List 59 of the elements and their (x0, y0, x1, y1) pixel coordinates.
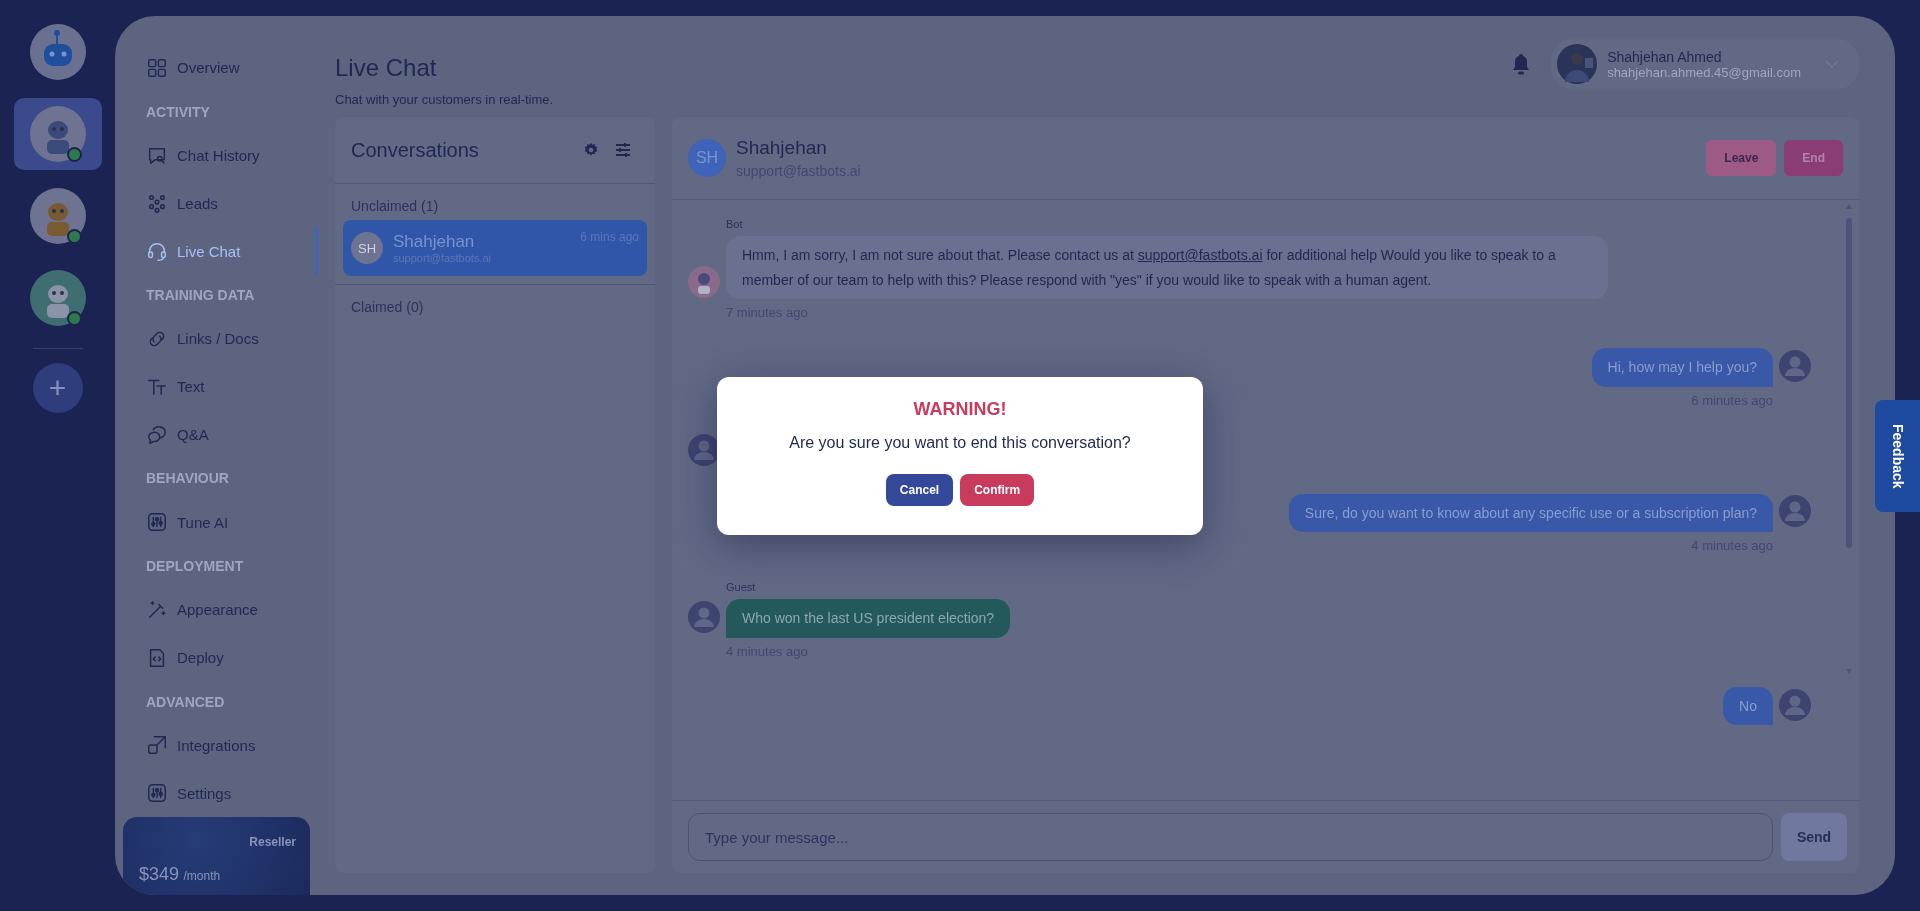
end-button[interactable]: End (1784, 140, 1843, 176)
send-button[interactable]: Send (1781, 813, 1847, 861)
nav-item[interactable]: Overview (115, 44, 318, 92)
sliders-icon (146, 511, 168, 534)
nav-item[interactable]: Tune AI (115, 498, 318, 547)
nav-item[interactable]: Leads (115, 179, 318, 228)
plan-card[interactable]: Reseller $349 /month (123, 817, 310, 895)
nav-section-heading: BEHAVIOUR (145, 469, 230, 489)
guest-message: Who won the last US president election? (726, 599, 1011, 638)
nav-item[interactable]: Live Chat (115, 227, 318, 276)
contact-avatar: SH (688, 139, 726, 177)
confirm-button[interactable]: Confirm (960, 474, 1035, 506)
people-icon (146, 192, 168, 215)
robot-logo-icon (29, 24, 86, 80)
leave-button[interactable]: Leave (1706, 140, 1777, 176)
email-link[interactable]: support@fastbots.ai (1137, 247, 1263, 263)
nav-section-heading: DEPLOYMENT (145, 557, 245, 577)
user-menu[interactable]: Shahjehan Ahmed shahjehan.ahmed.45@gmail.com (1551, 38, 1859, 90)
nav-item[interactable]: Text (115, 362, 318, 411)
sliders-icon (146, 782, 168, 805)
nav-section-heading: ACTIVITY (145, 102, 211, 122)
dialog-message: Are you sure you want to end this conversation? (789, 434, 1131, 452)
arrow-box-icon (146, 734, 168, 757)
nav-item[interactable]: Integrations (115, 721, 318, 770)
nav-item[interactable]: Deploy (115, 633, 318, 682)
agent-message: Hi, how may I help you? (1591, 348, 1773, 387)
nav-section-heading: ADVANCED (145, 692, 226, 712)
dialog-title: WARNING! (913, 399, 1007, 420)
user-name: Shahjehan Ahmed (1607, 48, 1723, 65)
agent-message: Sure, do you want to know about any specific use or a subscription plan? (1288, 493, 1773, 532)
agent-message: No (1723, 686, 1773, 725)
contact-name: Shahjehan (736, 137, 828, 159)
chat-bubbles-icon (146, 423, 168, 446)
feedback-tab[interactable]: Feedback (1875, 400, 1920, 512)
bot-message: Hmm, I am sorry, I am not sure about that. Please contact us at support@fastbots.ai for additional help Would you like to speak to a member of our team to help with this? Please respond with "yes" if you would like to speak with a human agent. (726, 236, 1608, 299)
user-avatar-icon (688, 600, 720, 633)
page-title: Live Chat (335, 54, 438, 82)
user-avatar-icon (1779, 689, 1811, 721)
user-avatar-icon (1779, 495, 1811, 527)
group-label: Unclaimed (1) (350, 197, 440, 216)
headset-icon (146, 240, 168, 263)
bell-icon[interactable] (1511, 53, 1532, 75)
group-label: Claimed (0) (350, 298, 425, 317)
grid-icon (146, 56, 168, 79)
plan-name: Reseller (249, 835, 296, 850)
user-avatar-icon (1779, 349, 1811, 382)
cancel-button[interactable]: Cancel (885, 474, 954, 506)
add-bot-button[interactable]: + (32, 363, 83, 413)
user-email: shahjehan.ahmed.45@gmail.com (1607, 64, 1801, 80)
plan-price: $349 /month (139, 864, 222, 886)
nav-item[interactable]: Appearance (115, 586, 318, 634)
wand-icon (146, 598, 168, 621)
nav-item[interactable]: Q&A (115, 410, 318, 459)
panel-title: Conversations (351, 138, 480, 162)
nav-item[interactable]: Settings (115, 769, 318, 818)
nav-item[interactable]: Chat History (115, 131, 318, 180)
nav-section-heading: TRAINING DATA (145, 286, 256, 306)
bot-switcher-item[interactable] (13, 98, 102, 170)
nav-item[interactable]: Links / Docs (115, 315, 318, 363)
